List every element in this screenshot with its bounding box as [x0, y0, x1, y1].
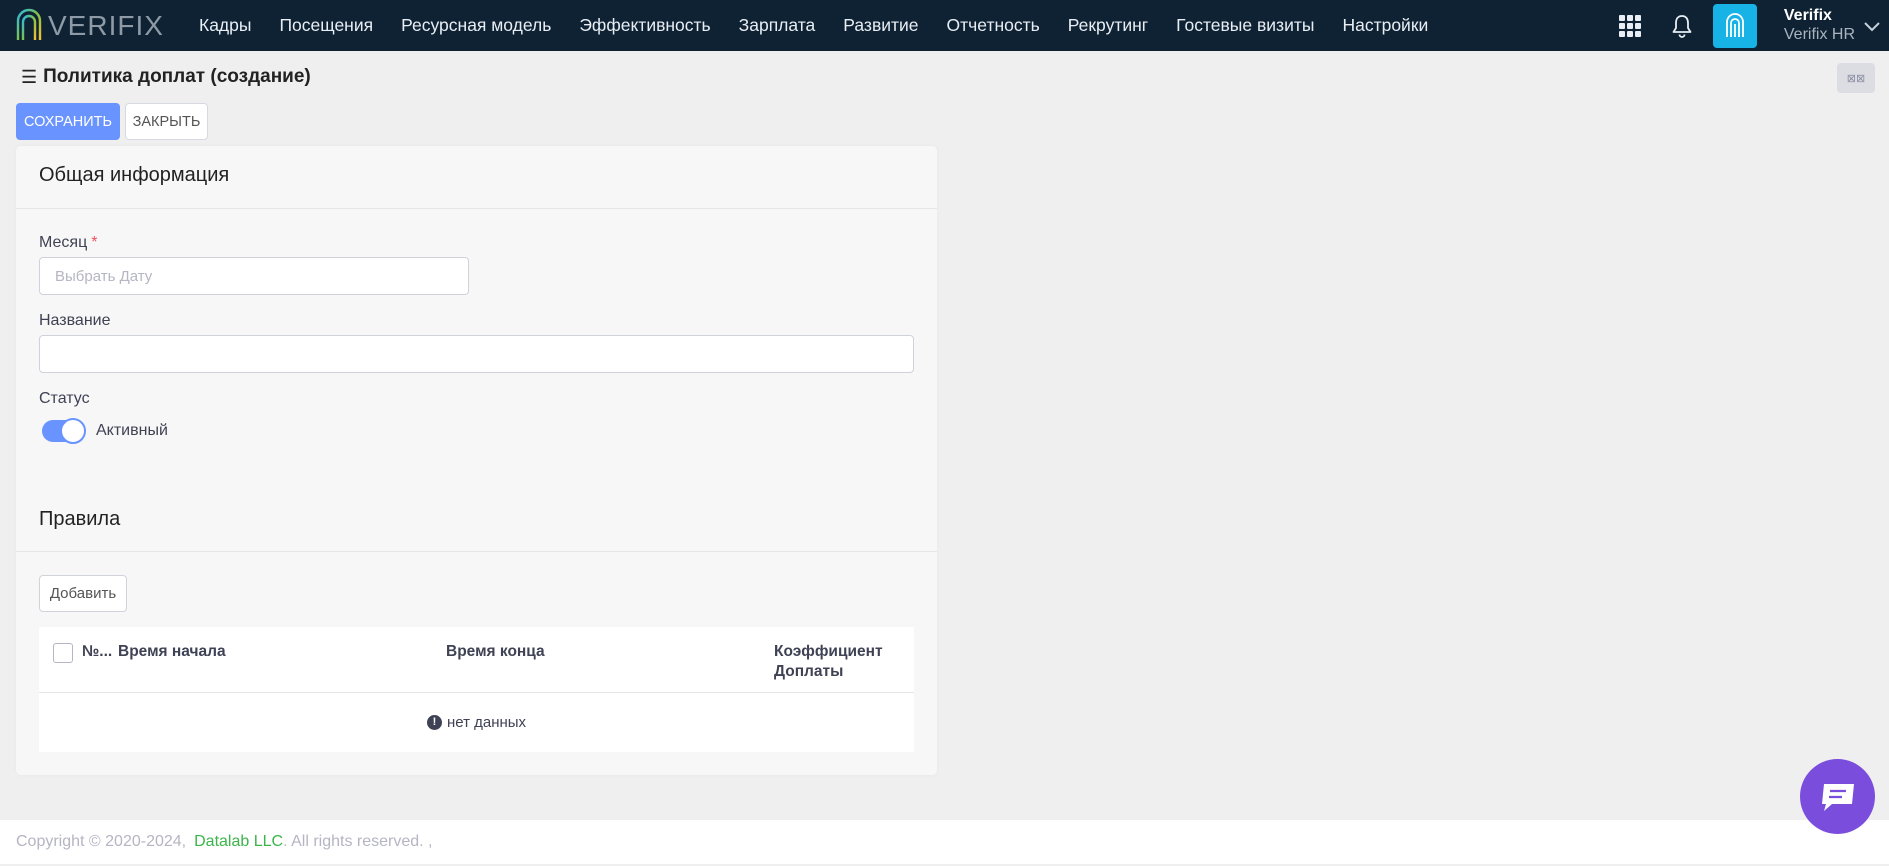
empty-state: ! нет данных	[39, 693, 914, 751]
name-input[interactable]	[39, 335, 914, 373]
nav-item-attendance[interactable]: Посещения	[279, 15, 373, 36]
divider	[16, 551, 937, 552]
month-label: Месяц *	[39, 234, 97, 252]
chat-button[interactable]	[1800, 759, 1875, 834]
user-org: Verifix HR	[1783, 25, 1855, 43]
select-all-checkbox[interactable]	[53, 643, 73, 663]
user-menu[interactable]: Verifix Verifix HR	[1784, 7, 1855, 44]
nav-item-reports[interactable]: Отчетность	[947, 15, 1040, 36]
rules-section-title: Правила	[39, 508, 121, 530]
copyright-text: Copyright © 2020-2024,	[16, 833, 187, 850]
column-coefficient-line2: Доплаты	[774, 663, 844, 681]
month-label-text: Месяц	[39, 234, 88, 251]
divider	[16, 208, 937, 209]
column-end-time[interactable]: Время конца	[446, 642, 545, 662]
layout-toggle-icon: ⊠⊠	[1846, 72, 1866, 85]
company-link[interactable]: Datalab LLC	[194, 833, 283, 851]
save-button[interactable]: СОХРАНИТЬ	[16, 103, 120, 140]
nav-item-kadry[interactable]: Кадры	[199, 15, 251, 36]
month-date-input[interactable]: Выбрать Дату	[39, 257, 469, 295]
nav-item-efficiency[interactable]: Эффективность	[579, 15, 710, 36]
chevron-down-icon[interactable]	[1863, 20, 1881, 32]
page-title-text: Политика доплат (создание)	[43, 66, 311, 87]
status-value: Активный	[96, 422, 168, 439]
page-title: ☰ Политика доплат (создание)	[21, 66, 311, 88]
bell-icon[interactable]	[1671, 14, 1693, 38]
rules-table: №... Время начала Время конца Коэффициен…	[39, 627, 914, 752]
avatar[interactable]	[1712, 3, 1757, 48]
nav-item-recruiting[interactable]: Рекрутинг	[1068, 15, 1148, 36]
add-rule-button[interactable]: Добавить	[39, 575, 127, 612]
empty-text: нет данных	[446, 713, 527, 731]
exclamation-icon: !	[426, 714, 442, 730]
toggle-knob	[60, 418, 86, 444]
required-mark: *	[91, 234, 98, 251]
status-label: Статус	[39, 390, 90, 407]
logo-text: VERIFIX	[48, 9, 164, 41]
nav-item-guest-visits[interactable]: Гостевые визиты	[1176, 15, 1314, 36]
menu-icon[interactable]: ☰	[21, 67, 37, 88]
rights-text: . All rights reserved. ,	[283, 833, 433, 850]
fingerprint-icon	[1725, 12, 1744, 37]
name-label: Название	[39, 312, 111, 329]
apps-grid-icon[interactable]	[1618, 14, 1641, 37]
close-button[interactable]: ЗАКРЫТЬ	[125, 103, 208, 140]
status-toggle-group: Активный	[42, 418, 168, 444]
status-toggle[interactable]	[42, 418, 86, 444]
column-coefficient-line1: Коэффициент	[774, 643, 883, 660]
column-start-time[interactable]: Время начала	[118, 642, 226, 662]
user-name: Verifix	[1783, 7, 1832, 25]
fingerprint-logo-icon	[16, 8, 42, 40]
layout-toggle-button[interactable]: ⊠⊠	[1837, 63, 1875, 93]
general-section-title: Общая информация	[39, 164, 230, 186]
nav-item-salary[interactable]: Зарплата	[739, 15, 816, 36]
nav-item-development[interactable]: Развитие	[843, 15, 918, 36]
form-card: Общая информация Месяц * Выбрать Дату Наз…	[16, 146, 937, 775]
column-coefficient[interactable]: Коэффициент Доплаты	[774, 642, 883, 682]
table-header: №... Время начала Время конца Коэффициен…	[39, 627, 914, 693]
month-placeholder: Выбрать Дату	[55, 267, 153, 285]
nav-item-resource-model[interactable]: Ресурсная модель	[401, 15, 551, 36]
nav-right-tools: Verifix Verifix HR	[1618, 0, 1889, 51]
nav-item-settings[interactable]: Настройки	[1342, 15, 1428, 36]
top-navbar: VERIFIX Кадры Посещения Ресурсная модель…	[0, 0, 1889, 51]
column-number[interactable]: №...	[82, 642, 112, 662]
main-menu: Кадры Посещения Ресурсная модель Эффекти…	[185, 15, 1442, 36]
footer: Copyright © 2020-2024, Datalab LLC . All…	[0, 820, 1889, 864]
logo[interactable]: VERIFIX	[14, 6, 174, 46]
chat-icon	[1821, 783, 1854, 811]
